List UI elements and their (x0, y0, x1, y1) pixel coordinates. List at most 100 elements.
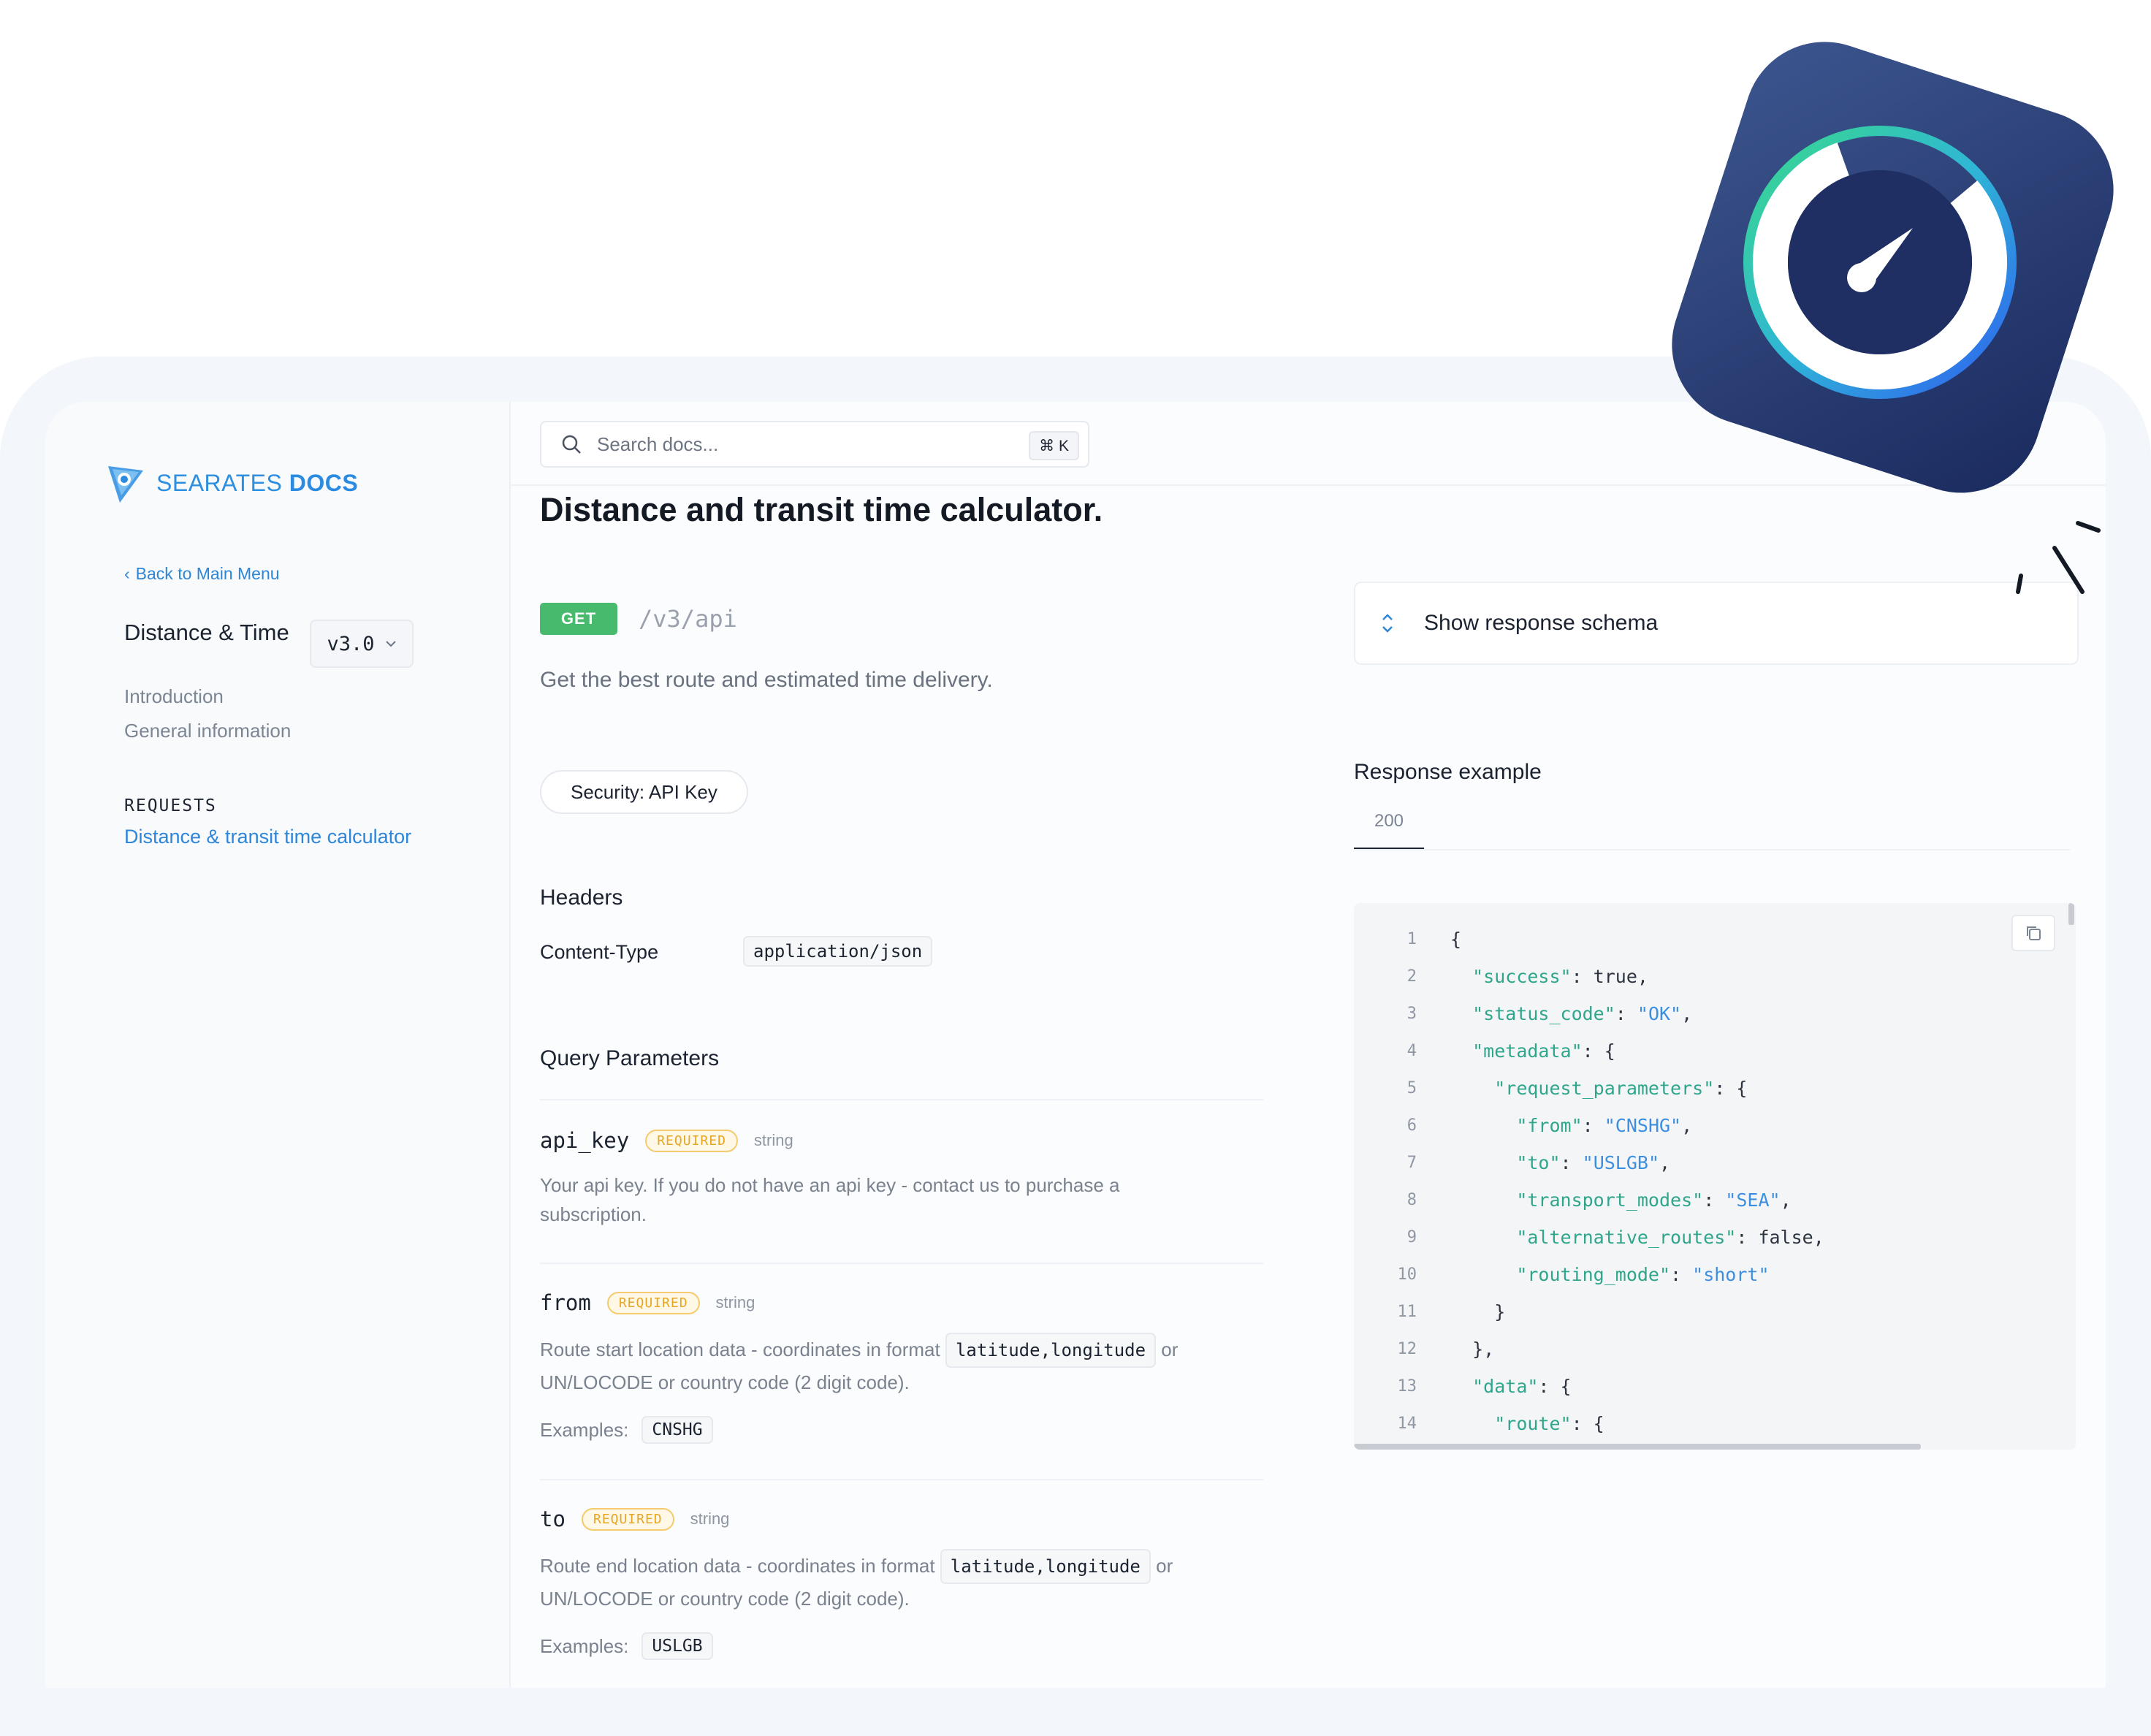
json-punct: , (1681, 1003, 1693, 1024)
json-punct: : (1560, 1152, 1583, 1173)
format-code: latitude,longitude (945, 1333, 1157, 1368)
format-code: latitude,longitude (940, 1549, 1151, 1584)
divider (540, 1099, 1263, 1100)
line-number: 9 (1406, 1228, 1417, 1246)
back-link-label: Back to Main Menu (135, 564, 280, 583)
required-badge: REQUIRED (645, 1129, 738, 1152)
divider (540, 1479, 1263, 1480)
response-code-block[interactable]: 1{2 "success": true, 3 "status_code": "OK… (1354, 903, 2076, 1450)
method-badge: GET (540, 603, 617, 635)
copy-button[interactable] (2011, 915, 2055, 951)
search-icon (562, 435, 581, 454)
json-punct: : (1615, 1003, 1637, 1024)
param-description: Route start location data - coordinates … (540, 1333, 1219, 1397)
param-type: string (690, 1510, 730, 1528)
json-punct: } (1494, 1301, 1506, 1322)
horizontal-scrollbar[interactable] (1354, 1444, 1921, 1450)
response-example-heading: Response example (1354, 760, 1542, 784)
query-parameters-heading: Query Parameters (540, 1046, 720, 1070)
json-key: "transport_modes" (1516, 1189, 1704, 1211)
param-type: string (715, 1293, 755, 1311)
param-type: string (753, 1131, 793, 1149)
code-line: 6 "from": "CNSHG", (1354, 1107, 2076, 1144)
json-punct: { (1450, 929, 1462, 950)
line-number: 11 (1397, 1303, 1417, 1321)
json-punct: : (1703, 1189, 1726, 1211)
json-punct: : { (1571, 1413, 1604, 1434)
brand-name: SEARATES DOCS (156, 470, 358, 497)
code-text: }, (1450, 1339, 1494, 1360)
param-from: from REQUIRED string Route start locatio… (540, 1290, 1263, 1444)
param-api-key: api_key REQUIRED string Your api key. If… (540, 1128, 1263, 1229)
search-input[interactable] (595, 432, 1008, 457)
code-text: "to": "USLGB", (1450, 1152, 1670, 1173)
json-key: "from" (1516, 1115, 1583, 1136)
version-value: v3.0 (327, 632, 375, 655)
code-text: "alternative_routes": false, (1450, 1227, 1824, 1248)
tab-200[interactable]: 200 (1354, 811, 1424, 850)
line-number: 14 (1397, 1415, 1417, 1433)
json-punct: : { (1538, 1376, 1572, 1397)
code-text: "route": { (1450, 1413, 1604, 1434)
sidebar-item-introduction[interactable]: Introduction (124, 685, 224, 708)
code-line: 14 "route": { (1354, 1405, 2076, 1442)
schema-toggle-label: Show response schema (1424, 611, 1659, 635)
sparkle-lines (2016, 521, 2101, 594)
code-text: "transport_modes": "SEA", (1450, 1189, 1791, 1211)
json-string: "SEA" (1725, 1189, 1781, 1211)
line-number: 1 (1406, 930, 1417, 948)
headers-heading: Headers (540, 886, 623, 910)
json-punct: : (1582, 1115, 1604, 1136)
code-line: 5 "request_parameters": { (1354, 1070, 2076, 1107)
expand-collapse-icon (1382, 614, 1393, 633)
code-lines: 1{2 "success": true, 3 "status_code": "OK… (1354, 921, 2076, 1442)
sidebar: SEARATES DOCS ‹ Back to Main Menu Distan… (45, 402, 511, 1688)
param-description: Route end location data - coordinates in… (540, 1549, 1219, 1613)
param-examples: Examples: USLGB (540, 1632, 1263, 1660)
docs-window: SEARATES DOCS ‹ Back to Main Menu Distan… (45, 402, 2106, 1688)
line-number: 3 (1406, 1005, 1417, 1023)
json-punct: : { (1582, 1040, 1615, 1062)
examples-label: Examples: (540, 1634, 629, 1657)
brand-suffix: DOCS (289, 469, 359, 496)
show-response-schema-button[interactable]: Show response schema (1354, 582, 2079, 665)
sidebar-section-heading: REQUESTS (124, 796, 217, 815)
main-content: ⌘ K Distance and transit time calculator… (511, 402, 2106, 1688)
json-key: "success" (1472, 966, 1572, 987)
sidebar-item-distance-calculator[interactable]: Distance & transit time calculator (124, 826, 411, 848)
code-text: "metadata": { (1450, 1040, 1615, 1062)
required-badge: REQUIRED (581, 1507, 674, 1531)
line-number: 12 (1397, 1340, 1417, 1358)
json-key: "to" (1516, 1152, 1561, 1173)
code-line: 9 "alternative_routes": false, (1354, 1219, 2076, 1256)
param-examples: Examples: CNSHG (540, 1416, 1263, 1444)
tab-underline (1354, 849, 2070, 850)
required-badge: REQUIRED (606, 1291, 700, 1314)
brand-logo[interactable]: SEARATES DOCS (107, 462, 358, 504)
search-box[interactable]: ⌘ K (540, 421, 1089, 468)
json-key: "status_code" (1472, 1003, 1615, 1024)
vertical-scrollbar[interactable] (2068, 903, 2074, 925)
param-description-text: Route start location data - coordinates … (540, 1339, 940, 1360)
back-to-main-menu-link[interactable]: ‹ Back to Main Menu (124, 564, 280, 584)
page-title: Distance and transit time calculator. (540, 491, 1103, 528)
json-punct: }, (1472, 1339, 1495, 1360)
line-number: 10 (1397, 1265, 1417, 1284)
json-key: "alternative_routes" (1516, 1227, 1737, 1248)
code-line: 13 "data": { (1354, 1368, 2076, 1405)
line-number: 4 (1406, 1042, 1417, 1060)
chevron-down-icon (385, 641, 396, 647)
examples-label: Examples: (540, 1418, 629, 1441)
code-text: "from": "CNSHG", (1450, 1115, 1692, 1136)
param-name: from (540, 1290, 591, 1315)
json-punct: , (1681, 1115, 1693, 1136)
json-punct: : { (1714, 1078, 1748, 1099)
sidebar-item-general-information[interactable]: General information (124, 720, 291, 742)
json-string: "short" (1692, 1264, 1770, 1285)
code-line: 1{ (1354, 921, 2076, 958)
version-select[interactable]: v3.0 (310, 620, 414, 668)
speedometer-app-icon (1672, 42, 2114, 493)
security-badge[interactable]: Security: API Key (540, 770, 748, 814)
brand-name-text: SEARATES (156, 469, 283, 496)
logo-icon (108, 466, 143, 503)
